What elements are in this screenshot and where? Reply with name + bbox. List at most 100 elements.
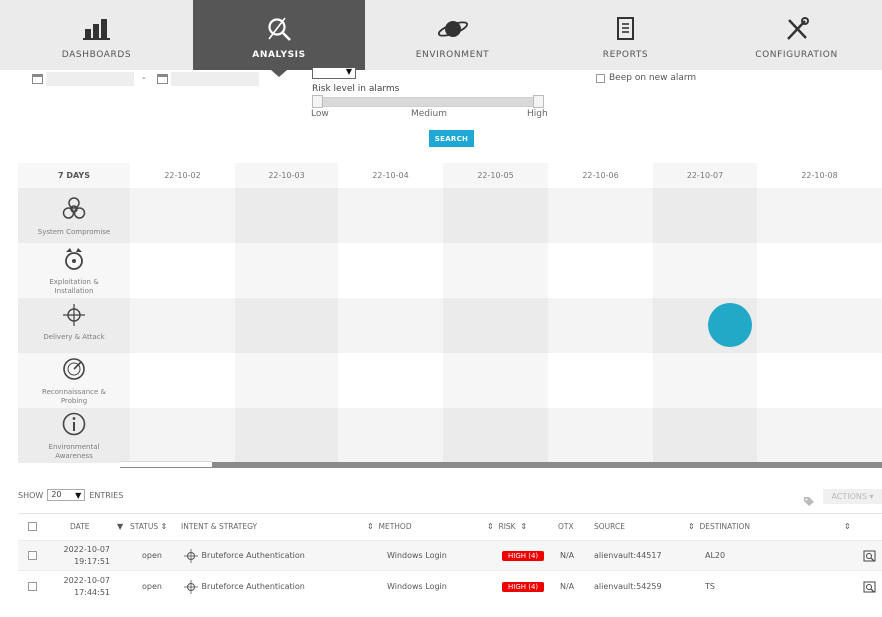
crosshair-icon [184,579,198,594]
report-icon [609,14,643,44]
view-details-icon[interactable] [863,571,876,602]
risk-operator-select[interactable]: ▼ [312,67,356,79]
row-intent: Bruteforce Authentication [183,571,305,602]
day-header: 22-10-04 [372,171,409,180]
sort-icon: ⇕ [520,522,528,531]
timeline-day-column [235,163,338,463]
column-intent[interactable]: INTENT & STRATEGY [181,514,257,539]
day-header: 22-10-02 [164,171,201,180]
row-date: 2022-10-07 [63,575,111,585]
calendar-icon[interactable] [32,74,43,84]
risk-level-label: Risk level in alarms [312,84,400,94]
column-date[interactable]: DATE [70,514,90,539]
nav-reports[interactable]: REPORTS [540,0,711,70]
row-time: 17:44:51 [74,587,110,597]
row-otx: N/A [560,582,575,591]
row-time: 19:17:51 [74,556,110,566]
bar-chart-icon [80,14,114,44]
top-navigation: DASHBOARDS ANALYSIS ENVIRONMENT REPORTS … [0,0,882,77]
sort-icon: ⇕ [688,522,695,531]
search-button[interactable]: SEARCH [429,130,474,147]
table-header-row: DATE ▼ STATUS ⇕ INTENT & STRATEGY ⇕ METH… [18,513,882,539]
nav-dashboards[interactable]: DASHBOARDS [0,0,193,70]
show-label: SHOW [18,490,44,500]
table-row[interactable]: 2022-10-07 17:44:51 open Bruteforce Auth… [18,570,882,602]
range-label[interactable]: 7 DAYS [18,163,130,188]
row-source[interactable]: alienvault:54259 [594,571,662,602]
day-header: 22-10-08 [801,171,838,180]
timeline-scrollbar-track[interactable] [120,462,882,468]
row-risk: HIGH (4) [502,541,545,570]
row-method: Windows Login [387,551,447,560]
calendar-icon[interactable] [157,74,168,84]
column-otx[interactable]: OTX [558,514,574,539]
actions-button[interactable]: ACTIONS ▾ [823,489,882,504]
category-label: System Compromise [37,228,111,236]
row-destination[interactable]: AL20 [705,541,725,570]
risk-slider-handle-max[interactable] [533,95,544,108]
column-status[interactable]: STATUS ⇕ [130,514,167,539]
category-system-compromise[interactable]: System Compromise [18,196,130,237]
start-date-input[interactable] [46,72,134,86]
risk-tick-low: Low [311,109,329,119]
category-label: Exploitation & Installation [49,278,99,295]
magnifier-icon [262,14,296,44]
day-header: 22-10-05 [477,171,514,180]
row-checkbox[interactable] [28,551,37,560]
day-header: 22-10-07 [686,171,724,180]
category-reconnaissance-probing[interactable]: Reconnaissance & Probing [18,356,130,406]
row-intent: Bruteforce Authentication [183,541,305,570]
column-risk[interactable]: ⇕ RISK ⇕ [487,514,527,539]
entries-value: 20 [51,490,62,499]
nav-configuration[interactable]: CONFIGURATION [711,0,882,70]
row-status: open [142,551,162,560]
planet-icon [436,14,470,44]
column-actions-sort[interactable]: ⇕ [844,514,851,539]
nav-reports-label: REPORTS [602,50,649,60]
risk-slider-handle-min[interactable] [312,95,323,108]
day-header: 22-10-03 [268,171,305,180]
alarm-timeline: 7 DAYS 22-10-02 22-10-03 22-10-04 22-10-… [18,163,882,463]
beep-label: Beep on new alarm [609,73,697,83]
tools-icon [780,14,814,44]
entries-control: SHOW 20 ▼ ENTRIES [18,489,123,501]
alarm-bubble[interactable] [708,303,752,347]
select-all-checkbox[interactable] [28,522,37,531]
category-environmental-awareness[interactable]: Environmental Awareness [18,411,130,461]
table-row[interactable]: 2022-10-07 19:17:51 open Bruteforce Auth… [18,540,882,570]
nav-analysis[interactable]: ANALYSIS [193,0,365,77]
date-separator: - [142,73,146,84]
column-destination[interactable]: ⇕ DESTINATION [688,514,750,539]
crosshair-icon [61,303,87,331]
timeline-day-column [443,163,548,463]
row-source[interactable]: alienvault:44517 [594,541,662,570]
row-checkbox[interactable] [28,582,37,591]
tag-icon[interactable] [803,492,815,511]
column-method[interactable]: ⇕ METHOD [367,514,412,539]
risk-tick-high: High [527,109,548,119]
actions-label: ACTIONS [831,492,867,501]
end-date-input[interactable] [171,72,259,86]
chevron-down-icon: ▾ [869,492,874,501]
nav-environment[interactable]: ENVIRONMENT [365,0,540,70]
beep-checkbox[interactable] [596,74,605,83]
bomb-icon [61,246,87,276]
crosshair-icon [184,548,198,563]
entries-select[interactable]: 20 ▼ [47,489,86,501]
risk-slider-track[interactable] [314,97,544,107]
nav-environment-label: ENVIRONMENT [415,50,490,60]
sort-icon: ⇕ [367,522,374,531]
risk-badge: HIGH (4) [502,550,545,561]
sort-desc-icon[interactable]: ▼ [117,514,123,539]
view-details-icon[interactable] [863,541,876,570]
nav-configuration-label: CONFIGURATION [755,50,838,60]
sort-icon: ⇕ [844,522,851,531]
chevron-down-icon: ▼ [75,491,82,500]
row-status: open [142,582,162,591]
column-source[interactable]: SOURCE [594,514,625,539]
category-exploitation-installation[interactable]: Exploitation & Installation [18,246,130,296]
row-date: 2022-10-07 [63,544,111,554]
category-delivery-attack[interactable]: Delivery & Attack [18,303,130,342]
timeline-scrollbar-thumb[interactable] [120,461,212,467]
row-destination[interactable]: TS [705,571,715,602]
